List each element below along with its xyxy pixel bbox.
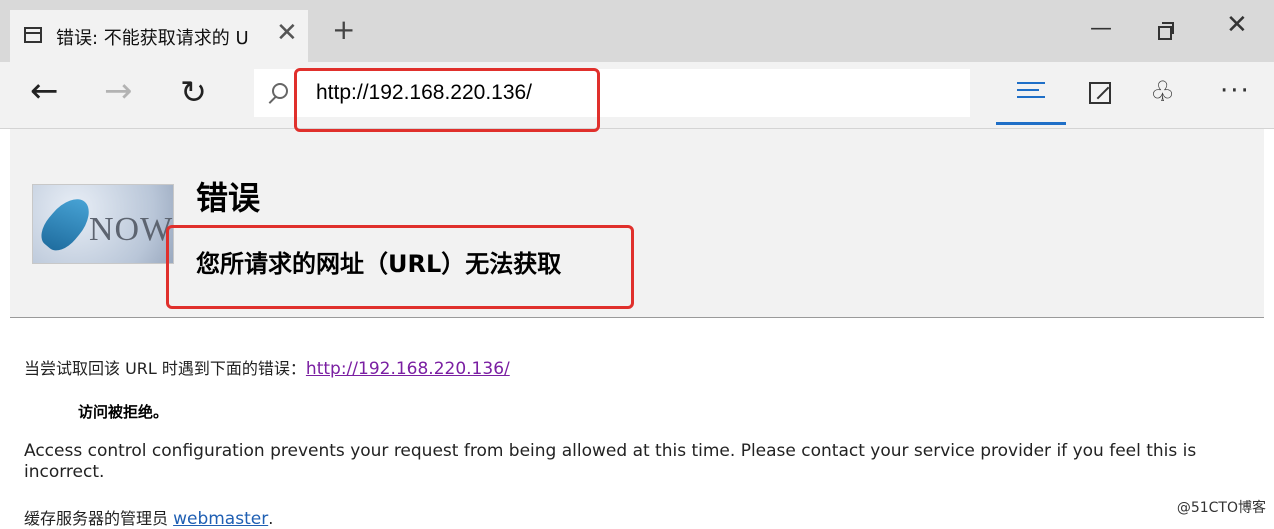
explanation-text: Access control configuration prevents yo… bbox=[24, 441, 1197, 482]
admin-suffix: . bbox=[268, 509, 274, 528]
intro-line: 当尝试取回该 URL 时遇到下面的错误：http://192.168.220.1… bbox=[24, 355, 510, 379]
forward-button[interactable]: → bbox=[104, 74, 133, 108]
webmaster-link[interactable]: webmaster bbox=[173, 509, 268, 529]
share-icon[interactable]: ♧ bbox=[1150, 78, 1175, 106]
refresh-button[interactable]: ↻ bbox=[180, 75, 207, 109]
tab-strip: 错误: 不能获取请求的 U ✕ + — ✕ bbox=[0, 0, 1274, 62]
back-button[interactable]: ← bbox=[30, 74, 59, 108]
tab-close-icon[interactable]: ✕ bbox=[276, 18, 298, 48]
requested-url-link[interactable]: http://192.168.220.136/ bbox=[306, 359, 510, 379]
intro-text: 当尝试取回该 URL 时遇到下面的错误： bbox=[24, 359, 306, 378]
hub-icon[interactable] bbox=[1017, 82, 1045, 102]
minimize-button[interactable]: — bbox=[1090, 18, 1112, 40]
restore-icon[interactable] bbox=[1158, 22, 1174, 40]
more-icon[interactable]: ··· bbox=[1220, 76, 1251, 106]
page-icon bbox=[24, 27, 42, 43]
watermark: @51CTO博客 bbox=[1176, 500, 1266, 516]
logo-text: NOW bbox=[89, 211, 174, 248]
subtitle-highlight-box bbox=[166, 225, 634, 309]
tab-title: 错误: 不能获取请求的 U bbox=[56, 28, 249, 49]
admin-text: 缓存服务器的管理员 bbox=[24, 509, 174, 528]
page-title: 错误 bbox=[196, 179, 261, 217]
hub-active-indicator bbox=[996, 122, 1066, 125]
squid-logo: NOW bbox=[32, 184, 174, 264]
navigation-bar: ← → ↻ http://192.168.220.136/ ♧ ··· bbox=[0, 62, 1274, 129]
url-highlight-box bbox=[294, 68, 600, 132]
new-tab-button[interactable]: + bbox=[332, 16, 355, 44]
search-icon bbox=[272, 83, 288, 99]
window-close-button[interactable]: ✕ bbox=[1226, 12, 1248, 38]
web-note-icon[interactable] bbox=[1089, 82, 1111, 104]
access-denied-text: 访问被拒绝。 bbox=[78, 403, 169, 421]
admin-line: 缓存服务器的管理员 webmaster. bbox=[24, 505, 273, 529]
active-tab[interactable]: 错误: 不能获取请求的 U ✕ bbox=[10, 10, 308, 62]
